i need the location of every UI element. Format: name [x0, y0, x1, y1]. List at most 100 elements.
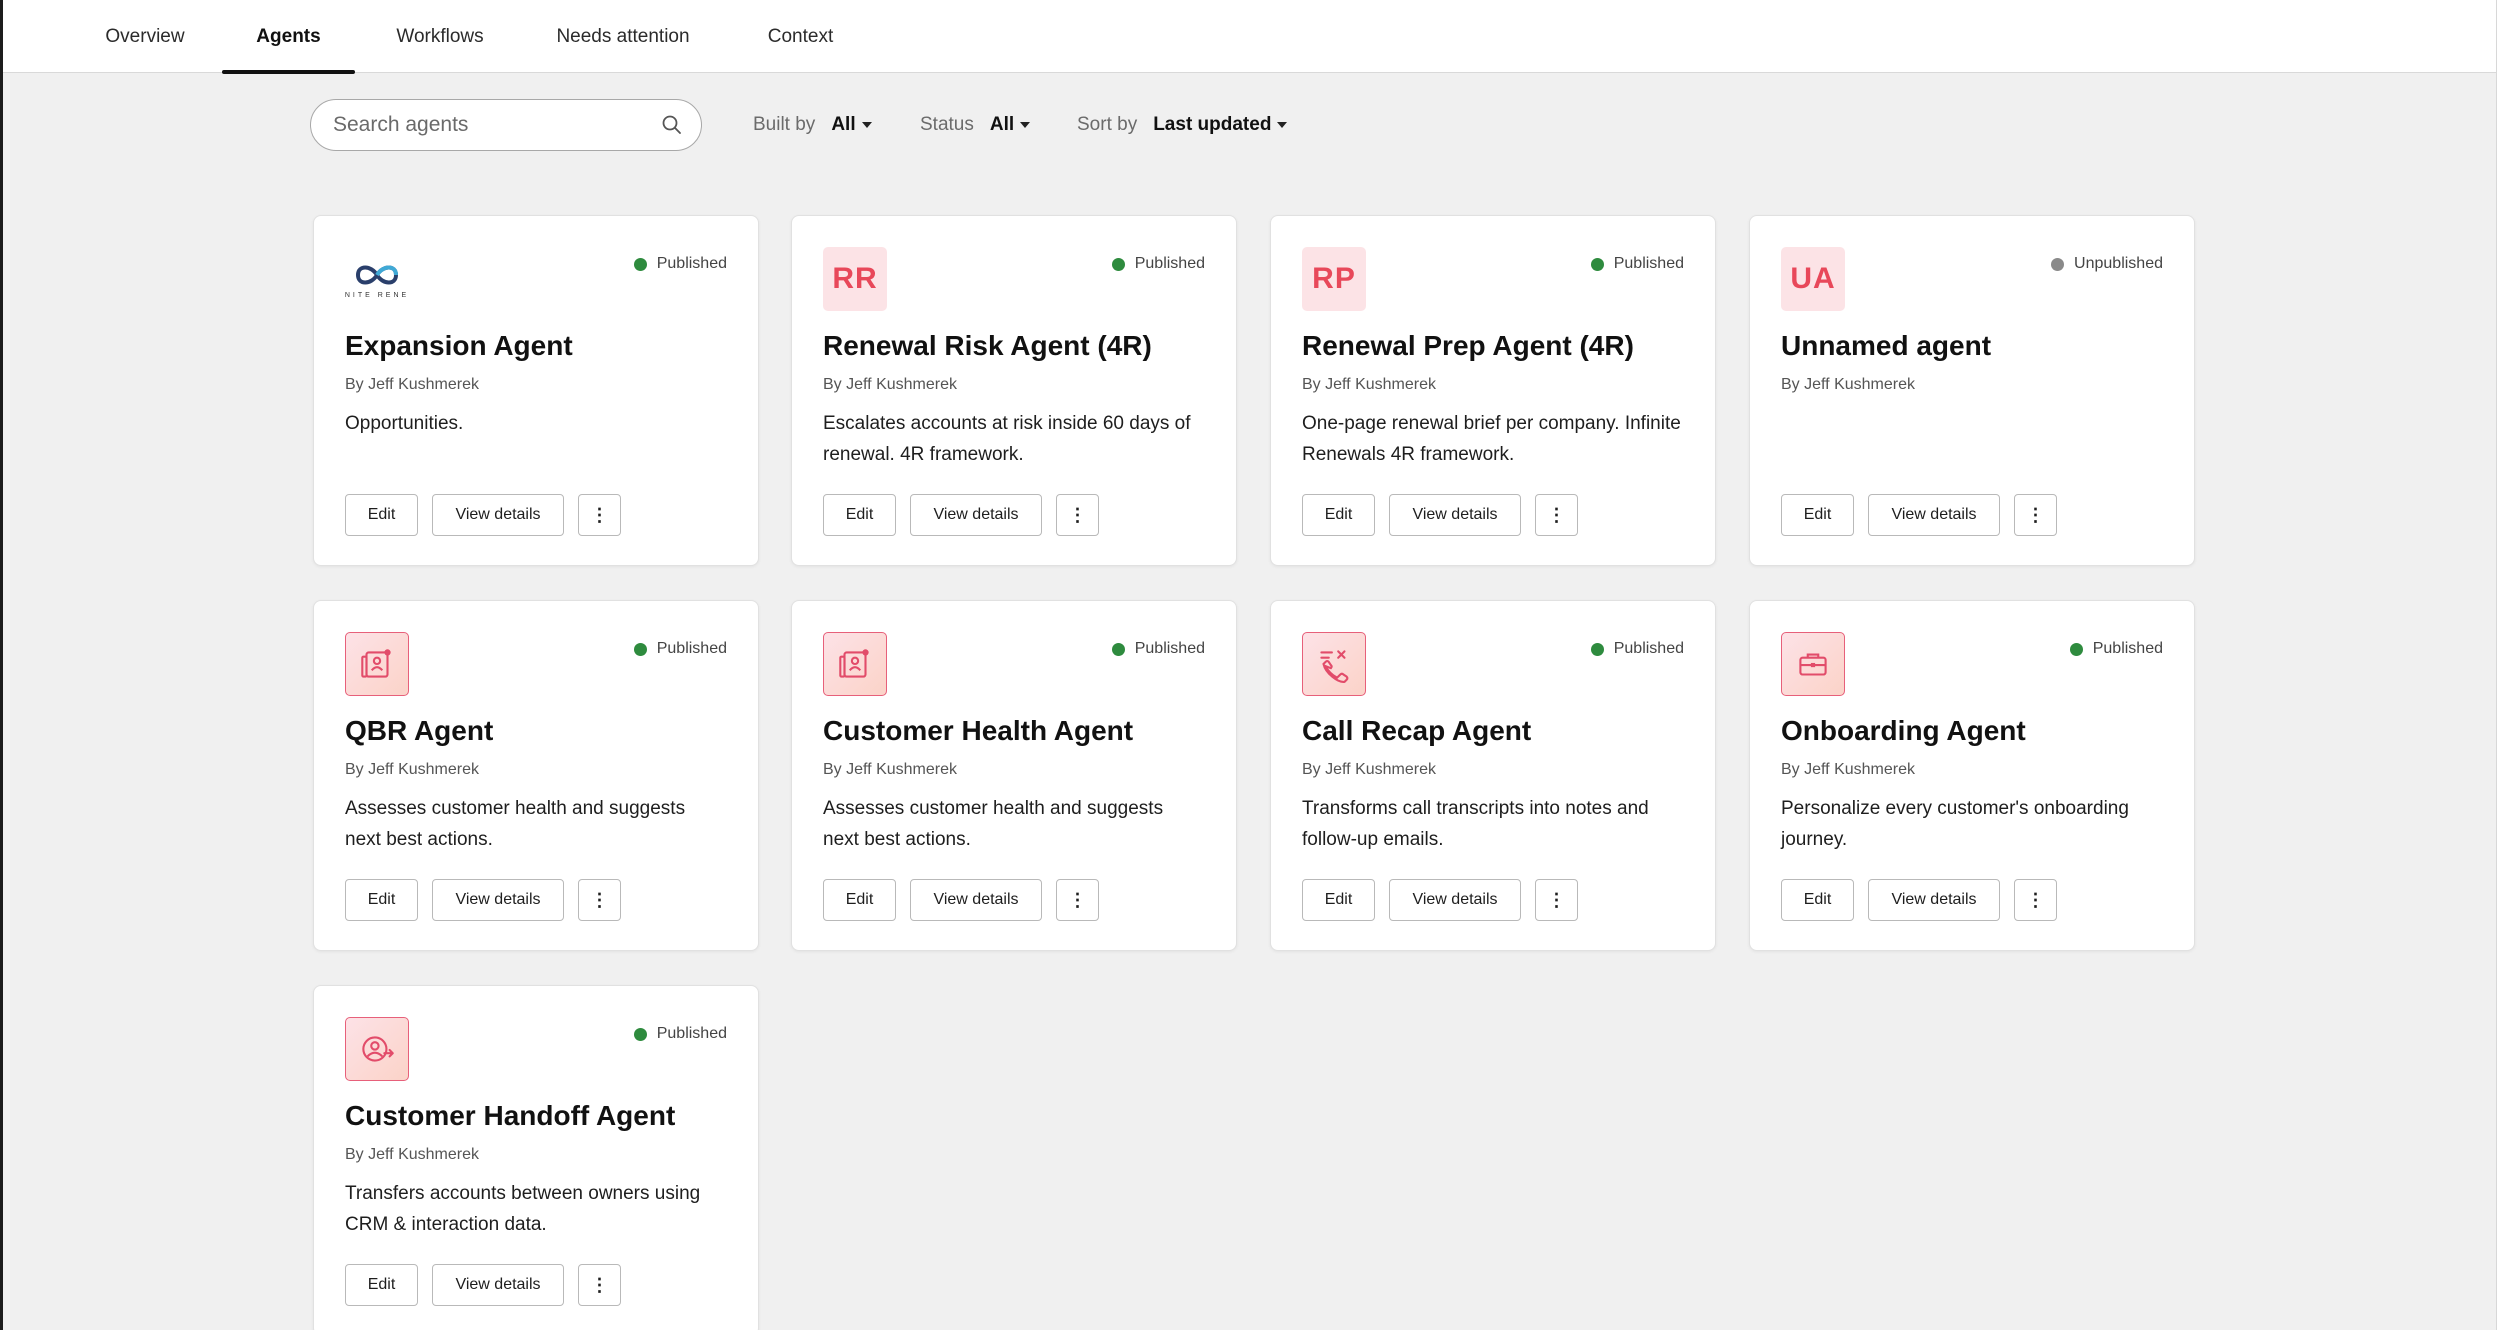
sort-by-dropdown[interactable]: Last updated: [1153, 114, 1288, 136]
view-details-button[interactable]: View details: [910, 494, 1042, 536]
tab-agents[interactable]: Agents: [222, 0, 355, 74]
more-options-button[interactable]: ⋮: [1535, 494, 1578, 536]
status-badge: Published: [1111, 255, 1205, 273]
agent-card[interactable]: RP Published Renewal Prep Agent (4R) By Jef…: [1270, 215, 1716, 566]
agent-title: Customer Handoff Agent: [345, 1100, 676, 1131]
agent-author: By Jeff Kushmerek: [823, 761, 957, 778]
tab-label: Overview: [105, 25, 185, 47]
agent-description: Transfers accounts between owners using …: [345, 1183, 701, 1235]
status-label: Published: [656, 1025, 727, 1042]
contact-report-icon: [823, 632, 887, 696]
agent-card[interactable]: UA Unpublished Unnamed agent By Jeff Kushme…: [1749, 215, 2195, 566]
tab-context[interactable]: Context: [743, 0, 858, 73]
more-options-button[interactable]: ⋮: [2014, 494, 2057, 536]
agent-description: Escalates accounts at risk inside 60 day…: [823, 413, 1191, 465]
edit-button[interactable]: Edit: [823, 494, 896, 536]
built-by-filter: Built by All: [753, 111, 872, 139]
card-actions: Edit View details ⋮: [1302, 494, 1578, 536]
card-actions: Edit View details ⋮: [345, 494, 621, 536]
card-actions: Edit View details ⋮: [345, 1264, 621, 1306]
view-details-button[interactable]: View details: [910, 879, 1042, 921]
agent-card[interactable]: Published QBR Agent By Jeff Kushmerek Asses…: [313, 600, 759, 951]
filter-value: All: [831, 114, 856, 135]
status-dot-icon: [2069, 642, 2083, 656]
edit-button[interactable]: Edit: [1781, 494, 1854, 536]
agent-description: One-page renewal brief per company. Infi…: [1302, 413, 1681, 465]
agent-card[interactable]: Published Call Recap Agent By Jeff Kushmer…: [1270, 600, 1716, 951]
status-label: Published: [656, 640, 727, 657]
card-actions: Edit View details ⋮: [823, 494, 1099, 536]
status-dot-icon: [1111, 642, 1125, 656]
agent-author: By Jeff Kushmerek: [1781, 376, 1915, 393]
edit-button[interactable]: Edit: [345, 494, 418, 536]
view-details-button[interactable]: View details: [432, 879, 564, 921]
status-badge: Published: [1111, 640, 1205, 658]
agent-author: By Jeff Kushmerek: [1302, 761, 1436, 778]
agent-card[interactable]: NITE RENE Published Expansion Agent By Jeff…: [313, 215, 759, 566]
status-badge: Published: [2069, 640, 2163, 658]
view-details-button[interactable]: View details: [432, 494, 564, 536]
card-actions: Edit View details ⋮: [823, 879, 1099, 921]
agent-title: Expansion Agent: [345, 330, 573, 361]
status-label: Published: [656, 255, 727, 272]
view-details-button[interactable]: View details: [1389, 879, 1521, 921]
agent-card[interactable]: Published Customer Handoff Agent By Jeff K…: [313, 985, 759, 1330]
status-filter: Status All: [920, 111, 1031, 139]
agent-title: Customer Health Agent: [823, 715, 1134, 746]
status-dot-icon: [2051, 257, 2065, 271]
status-dropdown[interactable]: All: [990, 114, 1031, 136]
more-options-button[interactable]: ⋮: [1056, 879, 1099, 921]
agent-title: Renewal Risk Agent (4R): [823, 330, 1152, 361]
card-actions: Edit View details ⋮: [1781, 879, 2057, 921]
more-options-button[interactable]: ⋮: [578, 494, 621, 536]
tab-needs-attention[interactable]: Needs attention: [538, 0, 708, 73]
edit-button[interactable]: Edit: [823, 879, 896, 921]
agent-card[interactable]: RR Published Renewal Risk Agent (4R) By Jef…: [791, 215, 1237, 566]
edit-button[interactable]: Edit: [1781, 879, 1854, 921]
caret-down-icon: [1020, 122, 1031, 128]
search-icon[interactable]: [661, 114, 683, 136]
more-options-button[interactable]: ⋮: [578, 1264, 621, 1306]
logo-text: NITE RENE: [344, 291, 410, 299]
card-actions: Edit View details ⋮: [345, 879, 621, 921]
agent-initials-avatar: UA: [1781, 247, 1845, 311]
phone-call-icon: [1302, 632, 1366, 696]
more-options-button[interactable]: ⋮: [1056, 494, 1099, 536]
edit-button[interactable]: Edit: [345, 1264, 418, 1306]
search-input[interactable]: [333, 113, 661, 137]
edit-button[interactable]: Edit: [1302, 879, 1375, 921]
sort-by-filter: Sort by Last updated: [1077, 111, 1288, 139]
agent-author: By Jeff Kushmerek: [345, 376, 479, 393]
status-label: Published: [1134, 255, 1205, 272]
view-details-button[interactable]: View details: [1868, 879, 2000, 921]
edit-button[interactable]: Edit: [345, 879, 418, 921]
tab-workflows[interactable]: Workflows: [375, 0, 505, 73]
user-transfer-icon: [345, 1017, 409, 1081]
status-label: Published: [1134, 640, 1205, 657]
agent-description: Assesses customer health and suggests ne…: [823, 798, 1164, 850]
card-actions: Edit View details ⋮: [1781, 494, 2057, 536]
agent-card[interactable]: Published Onboarding Agent By Jeff Kushmer…: [1749, 600, 2195, 951]
more-options-button[interactable]: ⋮: [2014, 879, 2057, 921]
agent-initials-avatar: RR: [823, 247, 887, 311]
built-by-dropdown[interactable]: All: [831, 114, 872, 136]
agent-card[interactable]: Published Customer Health Agent By Jeff Ku…: [791, 600, 1237, 951]
filter-label: Sort by: [1077, 114, 1138, 135]
view-details-button[interactable]: View details: [1868, 494, 2000, 536]
tab-label: Needs attention: [556, 25, 690, 47]
edit-button[interactable]: Edit: [1302, 494, 1375, 536]
agent-initials-avatar: RP: [1302, 247, 1366, 311]
agent-author: By Jeff Kushmerek: [823, 376, 957, 393]
tab-overview[interactable]: Overview: [88, 0, 202, 73]
more-options-button[interactable]: ⋮: [1535, 879, 1578, 921]
agent-author: By Jeff Kushmerek: [1302, 376, 1436, 393]
more-options-button[interactable]: ⋮: [578, 879, 621, 921]
status-label: Published: [2092, 640, 2163, 657]
agent-title: Call Recap Agent: [1302, 715, 1532, 746]
app-window: Overview Agents Workflows Needs attentio…: [0, 0, 2497, 1330]
view-details-button[interactable]: View details: [432, 1264, 564, 1306]
status-dot-icon: [633, 642, 647, 656]
status-dot-icon: [633, 1027, 647, 1041]
agent-description: Opportunities.: [345, 413, 464, 434]
view-details-button[interactable]: View details: [1389, 494, 1521, 536]
